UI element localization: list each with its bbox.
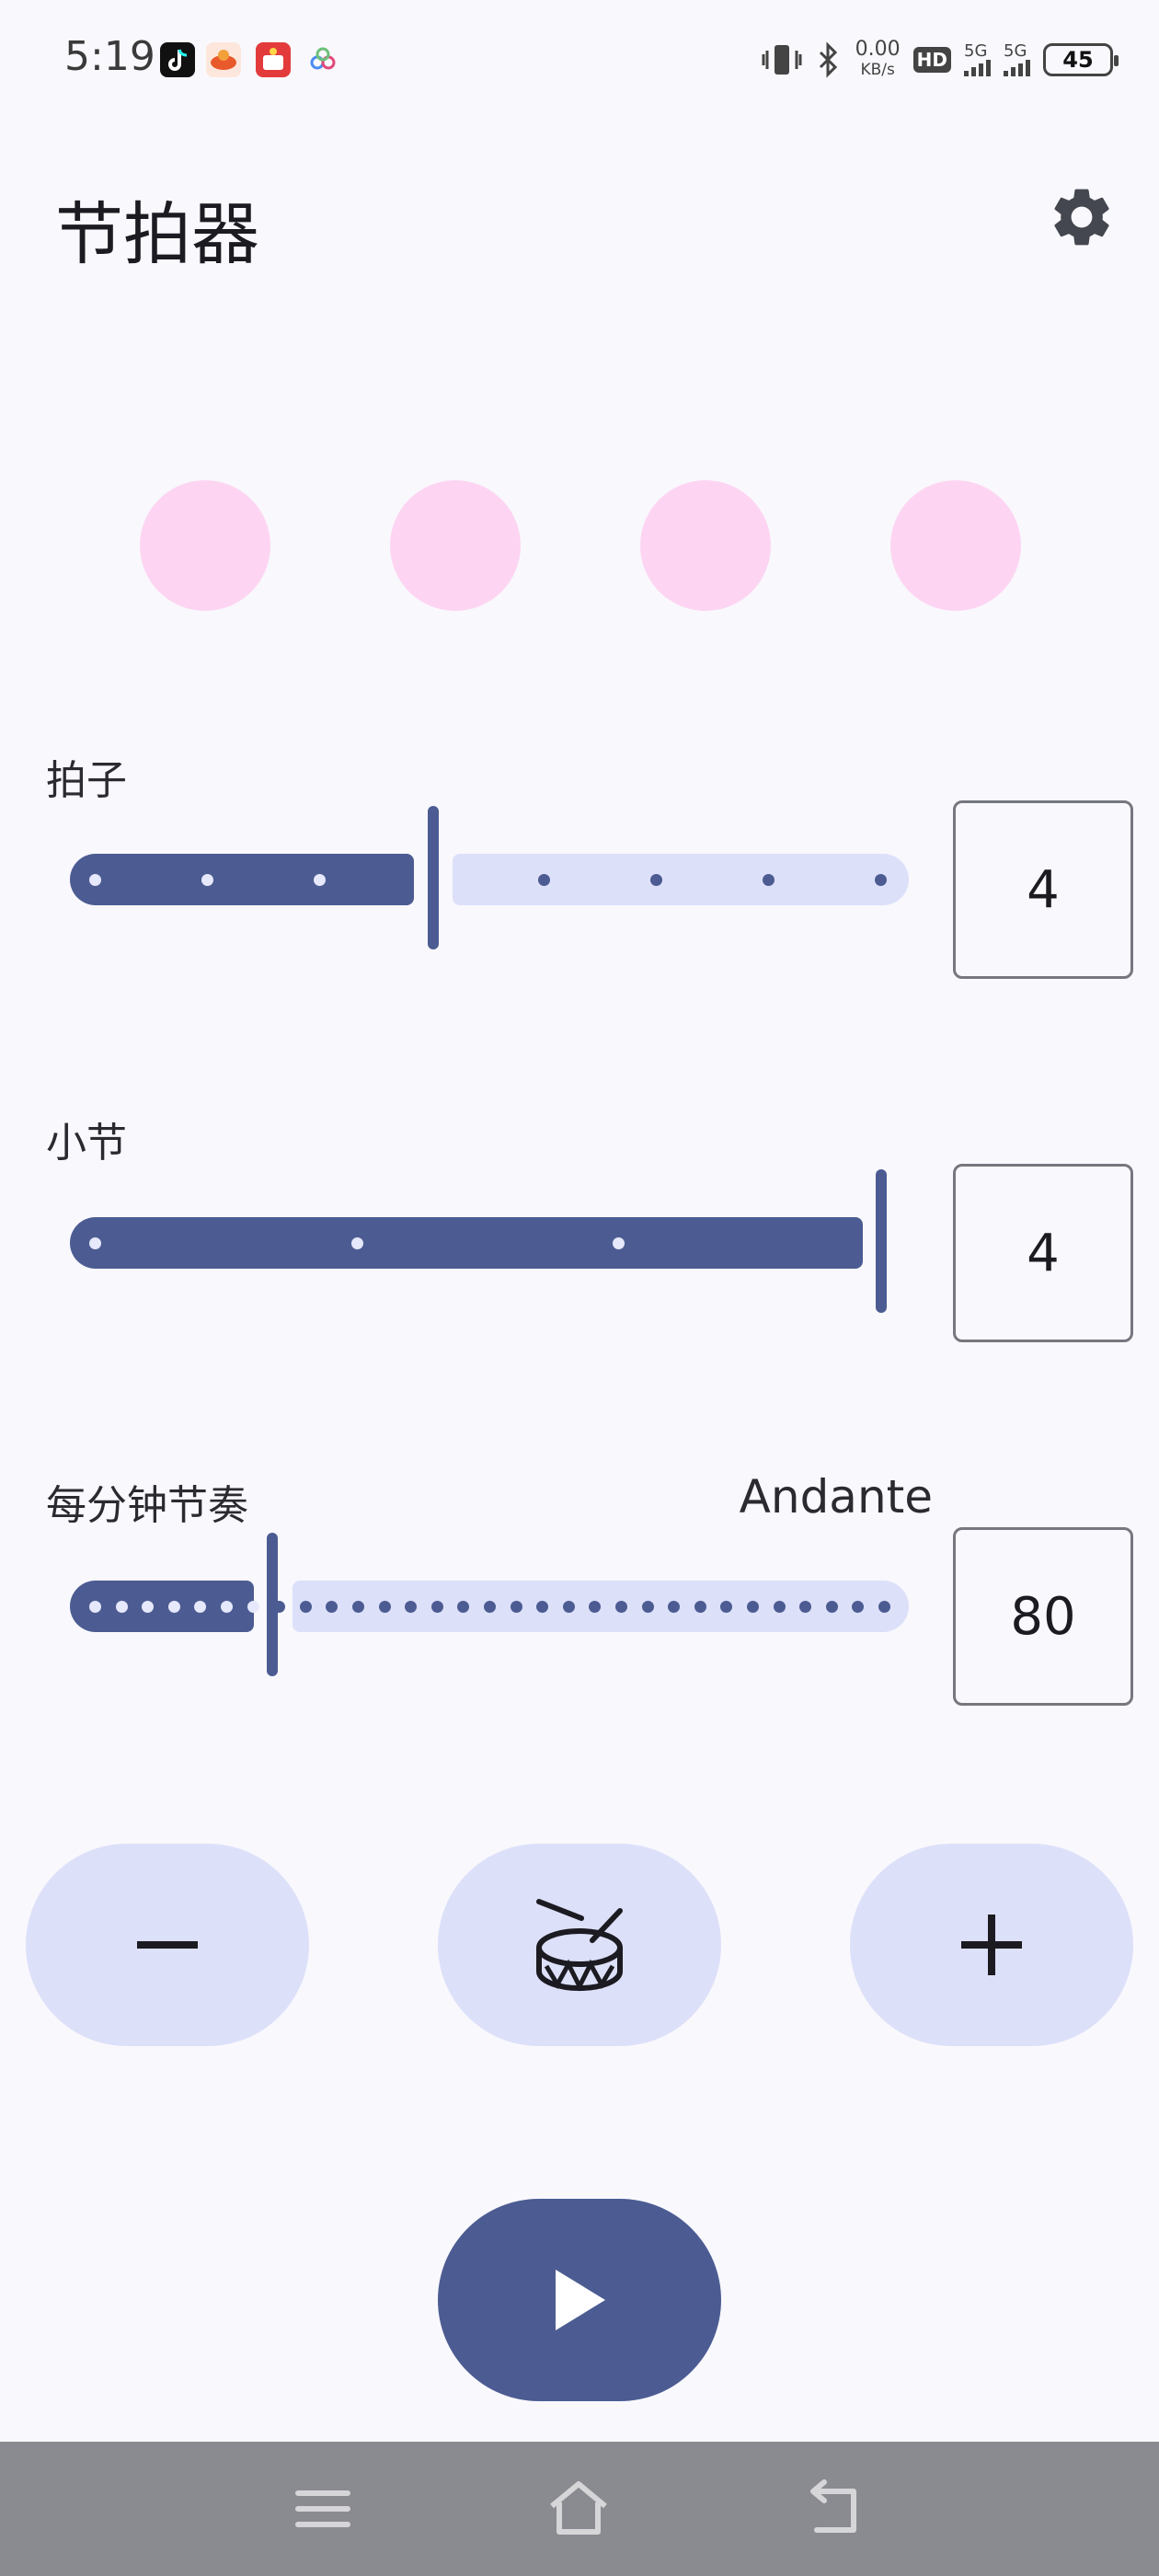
battery-level: 45 <box>1062 47 1094 73</box>
increase-tempo-button[interactable] <box>850 1844 1133 2046</box>
menu-button[interactable] <box>289 2475 357 2543</box>
slider-tick <box>641 1601 654 1613</box>
slider-tick <box>378 1601 391 1613</box>
beats-slider-thumb[interactable] <box>428 806 439 949</box>
status-indicators: 0.00 KB/s HD 5G 5G 45 <box>762 37 1119 83</box>
slider-tick <box>650 874 662 886</box>
network-speed-unit: KB/s <box>860 61 895 79</box>
shopping-app-icon <box>256 42 291 77</box>
tiktok-icon <box>160 42 195 77</box>
slider-tick <box>538 874 550 886</box>
beats-slider-inactive-track <box>453 854 909 905</box>
hd-badge: HD <box>912 47 951 73</box>
slider-tick <box>167 1601 180 1613</box>
slider-tick <box>878 1601 890 1613</box>
tempo-value: 80 <box>1010 1586 1076 1647</box>
slider-tick <box>562 1601 575 1613</box>
vibrate-icon <box>762 45 802 75</box>
beats-value: 4 <box>1027 859 1060 920</box>
slider-tick <box>430 1601 443 1613</box>
slider-tick <box>221 1601 233 1613</box>
slider-tick <box>247 1601 259 1613</box>
signal-5g-1: 5G <box>964 43 991 76</box>
signal-5g-1-label: 5G <box>964 41 988 61</box>
slider-tick <box>89 1237 101 1249</box>
network-speed-value: 0.00 <box>855 38 901 61</box>
slider-tick <box>615 1601 627 1613</box>
beat-indicator-2 <box>390 480 521 611</box>
decrease-tempo-button[interactable] <box>26 1844 309 2046</box>
beats-slider[interactable] <box>70 806 909 949</box>
status-bar: 5:19 0.00 KB/s HD 5G 5G 45 <box>0 0 1159 120</box>
signal-5g-2-label: 5G <box>1004 41 1027 61</box>
tempo-slider[interactable] <box>70 1533 909 1676</box>
signal-bars-icon <box>964 60 991 76</box>
tempo-label: 每分钟节奏 <box>46 1482 248 1529</box>
slider-tick <box>201 874 213 886</box>
plus-icon <box>961 1915 1022 1975</box>
slider-tick <box>613 1237 625 1249</box>
measures-slider-active-track <box>70 1217 863 1269</box>
slider-tick <box>763 874 775 886</box>
beats-label: 拍子 <box>46 757 127 804</box>
settings-button[interactable] <box>1047 182 1117 252</box>
back-icon <box>810 2479 856 2533</box>
measures-value: 4 <box>1027 1223 1060 1283</box>
slider-tick <box>352 1601 364 1613</box>
beat-indicator-1 <box>140 480 270 611</box>
slider-tick <box>747 1601 759 1613</box>
beats-value-field[interactable]: 4 <box>953 800 1133 979</box>
tempo-marking: Andante <box>739 1470 933 1524</box>
system-nav-bar <box>0 2442 1159 2576</box>
cloud-app-icon <box>305 42 340 77</box>
status-time: 5:19 <box>64 33 155 80</box>
measures-slider[interactable] <box>70 1169 909 1313</box>
tempo-value-field[interactable]: 80 <box>953 1527 1133 1706</box>
home-icon <box>550 2481 607 2535</box>
slider-tick <box>484 1601 496 1613</box>
slider-tick <box>825 1601 838 1613</box>
measures-slider-thumb[interactable] <box>876 1169 887 1313</box>
food-app-icon <box>206 42 241 77</box>
slider-tick <box>510 1601 522 1613</box>
play-button[interactable] <box>438 2199 721 2401</box>
slider-tick <box>115 1601 128 1613</box>
tap-tempo-button[interactable] <box>438 1844 721 2046</box>
gear-icon <box>1054 189 1109 246</box>
page-title: 节拍器 <box>55 195 259 274</box>
home-button[interactable] <box>545 2475 613 2543</box>
play-icon <box>556 2270 605 2330</box>
slider-tick <box>299 1601 312 1613</box>
slider-tick <box>89 874 101 886</box>
slider-tick <box>694 1601 706 1613</box>
beat-indicator-4 <box>890 480 1021 611</box>
signal-bars-icon <box>1004 60 1030 76</box>
slider-tick <box>875 874 887 886</box>
drum-icon <box>536 1899 623 1992</box>
beat-indicator-3 <box>640 480 771 611</box>
slider-tick <box>773 1601 786 1613</box>
signal-5g-2: 5G <box>1004 43 1030 76</box>
menu-icon <box>295 2490 350 2527</box>
measures-label: 小节 <box>46 1120 127 1167</box>
slider-tick <box>89 1601 101 1613</box>
minus-icon <box>137 1941 198 1949</box>
beats-slider-active-track <box>70 854 414 905</box>
battery-indicator: 45 <box>1043 43 1119 76</box>
measures-value-field[interactable]: 4 <box>953 1164 1133 1342</box>
slider-tick <box>314 874 326 886</box>
back-button[interactable] <box>802 2475 870 2543</box>
network-speed: 0.00 KB/s <box>855 40 901 80</box>
slider-tick <box>351 1237 363 1249</box>
bluetooth-icon <box>819 41 837 78</box>
slider-tick <box>273 1601 286 1613</box>
